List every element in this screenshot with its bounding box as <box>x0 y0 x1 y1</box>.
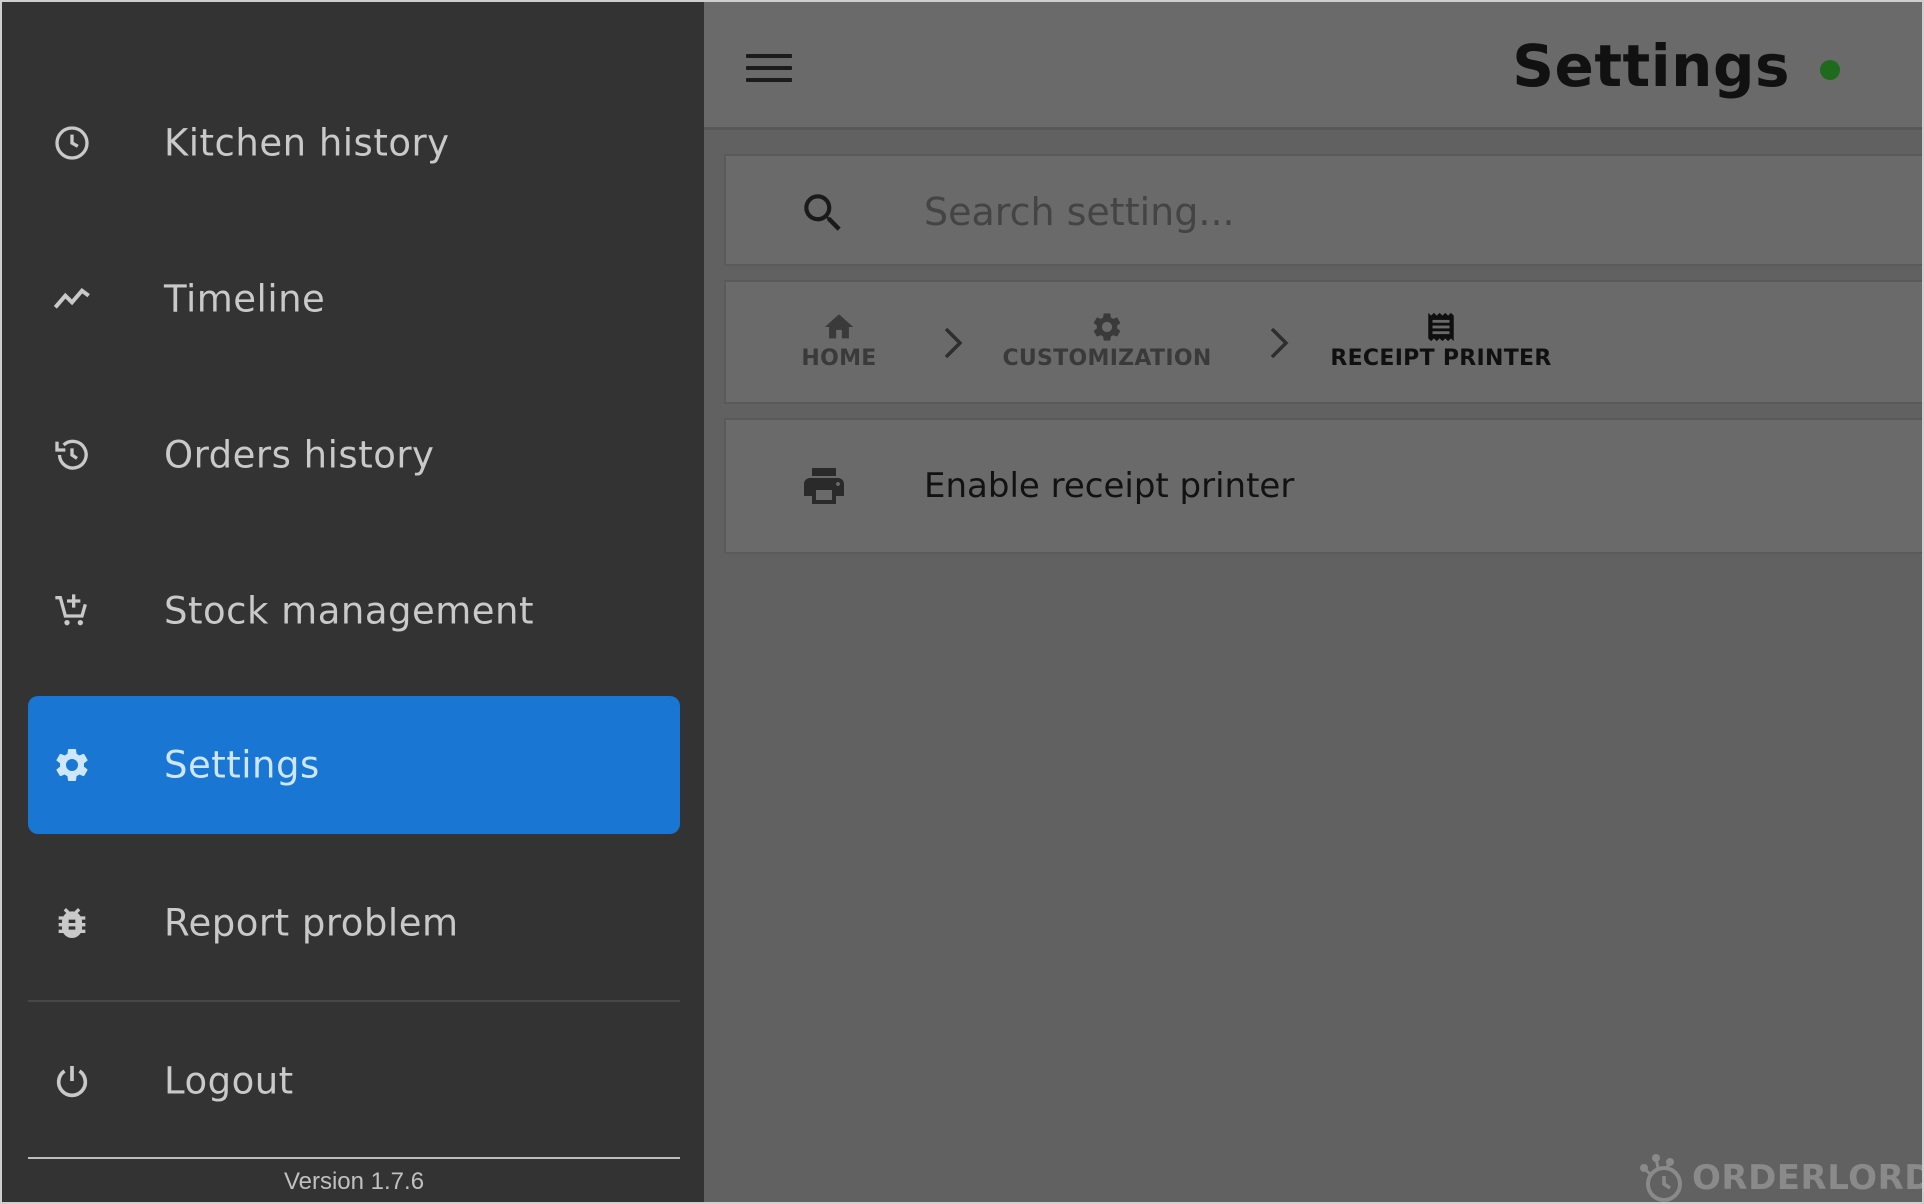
cart-add-icon <box>55 594 87 626</box>
breadcrumb-label: CUSTOMIZATION <box>1002 346 1212 371</box>
sidebar-item-label: Timeline <box>164 277 326 321</box>
status-indicator <box>1820 60 1840 80</box>
chevron-right-icon <box>1270 327 1289 359</box>
sidebar-item-stock-management[interactable]: Stock management <box>28 542 680 680</box>
breadcrumb: HOME CUSTOMIZATION RECEIPT PRINTER <box>724 280 1922 404</box>
home-icon <box>824 314 854 339</box>
version-label: Version 1.7.6 <box>283 1168 425 1195</box>
search-icon <box>804 194 841 231</box>
clock-icon <box>55 126 89 160</box>
bug-icon <box>58 908 86 938</box>
gear-icon <box>56 748 88 781</box>
hamburger-icon[interactable] <box>746 50 794 86</box>
app-window: Settings HOME CUSTOMIZA <box>0 0 1924 1204</box>
sidebar-item-label: Stock management <box>164 589 535 633</box>
breadcrumb-label: RECEIPT PRINTER <box>1330 346 1552 371</box>
setting-enable-receipt-printer[interactable]: Enable receipt printer <box>724 418 1922 554</box>
sidebar-item-label: Orders history <box>164 433 435 477</box>
trending-icon <box>53 287 90 309</box>
sidebar-divider <box>28 1157 680 1159</box>
sidebar-item-label: Kitchen history <box>164 121 450 165</box>
sidebar-item-settings[interactable]: Settings <box>28 696 680 834</box>
sidebar-item-label: Settings <box>164 743 320 787</box>
orderlord-logo-icon <box>1640 1154 1682 1202</box>
sidebar-item-label: Report problem <box>164 901 459 945</box>
breadcrumb-label: HOME <box>801 346 877 371</box>
sidebar-item-kitchen-history[interactable]: Kitchen history <box>28 74 680 212</box>
search-bar <box>724 154 1922 266</box>
page-title: Settings <box>1512 32 1790 100</box>
orderlord-watermark: ORDERLORD <box>1636 1148 1924 1202</box>
breadcrumb-customization[interactable]: CUSTOMIZATION <box>1002 310 1212 371</box>
sidebar-item-orders-history[interactable]: Orders history <box>28 386 680 524</box>
app-bar: Settings <box>704 2 1922 130</box>
breadcrumb-home[interactable]: HOME <box>784 310 894 371</box>
chevron-right-icon <box>944 327 963 359</box>
setting-label: Enable receipt printer <box>924 466 1295 506</box>
sidebar-item-logout[interactable]: Logout <box>28 1012 680 1150</box>
breadcrumb-receipt-printer[interactable]: RECEIPT PRINTER <box>1326 310 1556 371</box>
sidebar-divider <box>28 1000 680 1002</box>
sidebar-item-label: Logout <box>164 1059 294 1103</box>
navigation-drawer: Kitchen history Timeline Orders history <box>2 2 704 1202</box>
printer-icon <box>804 468 844 504</box>
receipt-icon <box>1428 312 1454 342</box>
sidebar-item-report-problem[interactable]: Report problem <box>28 854 680 992</box>
watermark-text: ORDERLORD <box>1692 1158 1924 1198</box>
history-icon <box>55 439 88 470</box>
search-input[interactable] <box>924 186 1824 238</box>
power-icon <box>56 1066 88 1098</box>
gear-icon <box>1093 313 1121 341</box>
sidebar-item-timeline[interactable]: Timeline <box>28 230 680 368</box>
